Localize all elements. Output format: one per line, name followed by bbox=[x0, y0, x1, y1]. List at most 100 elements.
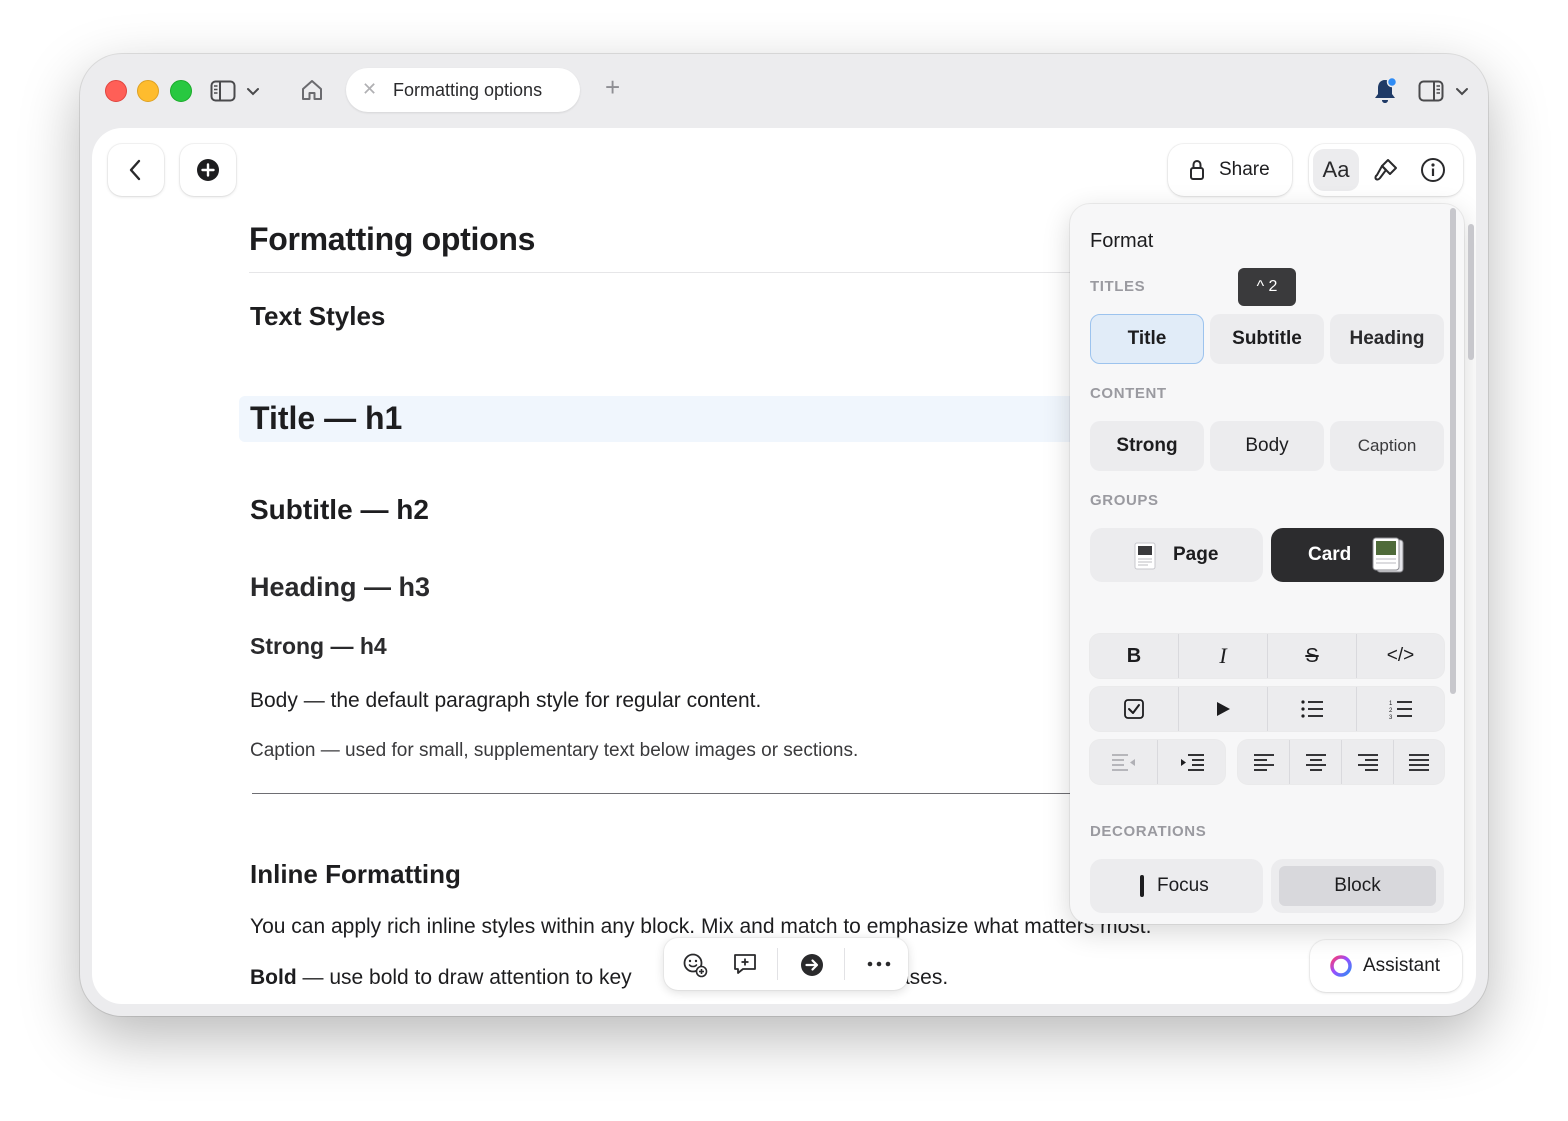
indent-icon bbox=[1180, 753, 1204, 771]
arrow-right-circle-icon[interactable] bbox=[800, 953, 824, 977]
toggle-list-button[interactable] bbox=[1179, 687, 1267, 731]
active-tab[interactable]: ✕ Formatting options bbox=[346, 68, 580, 112]
group-option-card[interactable]: Card bbox=[1271, 528, 1444, 582]
indent-toolbar bbox=[1090, 740, 1225, 784]
group-option-page-label: Page bbox=[1173, 544, 1219, 565]
checklist-button[interactable] bbox=[1090, 687, 1178, 731]
strikethrough-button[interactable]: S bbox=[1268, 634, 1356, 678]
section-label-content: CONTENT bbox=[1090, 385, 1167, 402]
style-option-caption[interactable]: Caption bbox=[1330, 421, 1444, 471]
align-right-button[interactable] bbox=[1342, 740, 1393, 784]
format-toolbar: Aa bbox=[1309, 144, 1463, 196]
style-option-heading[interactable]: Heading bbox=[1330, 314, 1444, 364]
toolbar-separator bbox=[844, 948, 845, 980]
strong-sample-block[interactable]: Strong — h4 bbox=[250, 633, 387, 660]
justify-icon bbox=[1409, 753, 1429, 771]
bulleted-list-icon bbox=[1301, 700, 1323, 718]
page-title[interactable]: Formatting options bbox=[249, 221, 535, 258]
add-comment-icon[interactable] bbox=[732, 951, 758, 977]
inline-style-toolbar: B I S </> bbox=[1090, 634, 1444, 678]
inline-formatting-paragraph[interactable]: You can apply rich inline styles within … bbox=[250, 915, 1151, 939]
tab-close-icon[interactable]: ✕ bbox=[362, 79, 377, 99]
floating-block-toolbar bbox=[664, 938, 908, 990]
outdent-button[interactable] bbox=[1090, 740, 1157, 784]
add-reaction-icon[interactable] bbox=[682, 952, 708, 978]
text-format-button[interactable]: Aa bbox=[1313, 149, 1359, 191]
heading-sample-block[interactable]: Heading — h3 bbox=[250, 572, 430, 603]
paintbrush-icon[interactable] bbox=[1373, 157, 1399, 183]
tab-title: Formatting options bbox=[393, 80, 543, 100]
assistant-ring-icon bbox=[1330, 955, 1352, 977]
align-center-button[interactable] bbox=[1290, 740, 1341, 784]
chevron-left-icon bbox=[129, 159, 141, 181]
toolbar-separator bbox=[777, 948, 778, 980]
subtitle-sample-block[interactable]: Subtitle — h2 bbox=[250, 494, 429, 526]
alignment-toolbar bbox=[1238, 740, 1444, 784]
align-right-icon bbox=[1357, 753, 1378, 771]
share-button[interactable]: Share bbox=[1168, 144, 1292, 196]
section-label-groups: GROUPS bbox=[1090, 492, 1159, 509]
minimize-window-button[interactable] bbox=[137, 80, 159, 102]
group-option-page[interactable]: Page bbox=[1090, 528, 1263, 582]
numbered-list-button[interactable]: 123 bbox=[1357, 687, 1444, 731]
bold-example-paragraph[interactable]: Bold — use bold to draw attention to key… bbox=[250, 966, 948, 990]
close-window-button[interactable] bbox=[105, 80, 127, 102]
decoration-option-focus[interactable]: Focus bbox=[1090, 859, 1263, 913]
align-left-icon bbox=[1253, 753, 1274, 771]
decoration-option-focus-label: Focus bbox=[1157, 875, 1209, 896]
assistant-label: Assistant bbox=[1363, 955, 1441, 976]
chevron-down-icon[interactable] bbox=[246, 84, 260, 102]
chevron-down-icon[interactable] bbox=[1455, 84, 1469, 102]
back-button[interactable] bbox=[108, 144, 164, 196]
new-tab-plus-icon[interactable]: + bbox=[605, 74, 620, 100]
style-option-title[interactable]: Title bbox=[1090, 314, 1204, 364]
lock-icon bbox=[1190, 159, 1204, 180]
style-option-strong[interactable]: Strong bbox=[1090, 421, 1204, 471]
style-option-body[interactable]: Body bbox=[1210, 421, 1324, 471]
notification-bell-icon[interactable] bbox=[1372, 76, 1398, 110]
sidebar-toggle-icon[interactable] bbox=[210, 80, 236, 107]
assistant-button[interactable]: Assistant bbox=[1310, 940, 1462, 992]
document-scrollbar[interactable] bbox=[1468, 224, 1474, 360]
panel-scrollbar[interactable] bbox=[1450, 208, 1456, 694]
more-icon[interactable] bbox=[867, 961, 891, 967]
section-heading-inline-formatting[interactable]: Inline Formatting bbox=[250, 859, 461, 890]
align-left-button[interactable] bbox=[1238, 740, 1289, 784]
focus-bar-icon bbox=[1140, 875, 1144, 897]
checkbox-icon bbox=[1124, 698, 1144, 719]
body-sample-block[interactable]: Body — the default paragraph style for r… bbox=[250, 689, 761, 713]
style-option-subtitle[interactable]: Subtitle bbox=[1210, 314, 1324, 364]
bold-button[interactable]: B bbox=[1090, 634, 1178, 678]
section-label-titles: TITLES bbox=[1090, 278, 1146, 295]
card-icon bbox=[1372, 537, 1404, 573]
panel-title: Format bbox=[1090, 230, 1154, 252]
decoration-option-block[interactable]: Block bbox=[1271, 859, 1444, 913]
outdent-icon bbox=[1111, 753, 1135, 771]
bulleted-list-button[interactable] bbox=[1268, 687, 1356, 731]
info-icon[interactable] bbox=[1420, 157, 1446, 183]
title-sample-block[interactable]: Title — h1 bbox=[250, 400, 402, 437]
bold-text: Bold bbox=[250, 966, 297, 989]
justify-button[interactable] bbox=[1394, 740, 1444, 784]
zoom-window-button[interactable] bbox=[170, 80, 192, 102]
code-button[interactable]: </> bbox=[1357, 634, 1444, 678]
italic-button[interactable]: I bbox=[1179, 634, 1267, 678]
section-label-decorations: DECORATIONS bbox=[1090, 823, 1207, 840]
numbered-list-icon: 123 bbox=[1389, 701, 1412, 721]
add-button[interactable] bbox=[180, 144, 236, 196]
app-window: ✕ Formatting options + Share Aa Formatti… bbox=[80, 54, 1488, 1016]
svg-text:2: 2 bbox=[1389, 708, 1393, 714]
play-triangle-icon bbox=[1217, 701, 1230, 716]
section-heading-text-styles[interactable]: Text Styles bbox=[250, 301, 385, 332]
caption-sample-block[interactable]: Caption — used for small, supplementary … bbox=[250, 740, 858, 762]
block-type-toolbar: 123 bbox=[1090, 687, 1444, 731]
svg-text:1: 1 bbox=[1389, 701, 1393, 707]
decoration-option-block-label: Block bbox=[1334, 875, 1381, 896]
group-option-card-label: Card bbox=[1308, 544, 1352, 565]
align-center-icon bbox=[1305, 753, 1326, 771]
plus-circle-icon bbox=[197, 159, 219, 181]
indent-button[interactable] bbox=[1158, 740, 1225, 784]
format-panel: Format TITLES ^ 2 Title Subtitle Heading… bbox=[1070, 204, 1464, 924]
home-icon[interactable] bbox=[300, 79, 324, 106]
inspector-toggle-icon[interactable] bbox=[1418, 80, 1444, 107]
